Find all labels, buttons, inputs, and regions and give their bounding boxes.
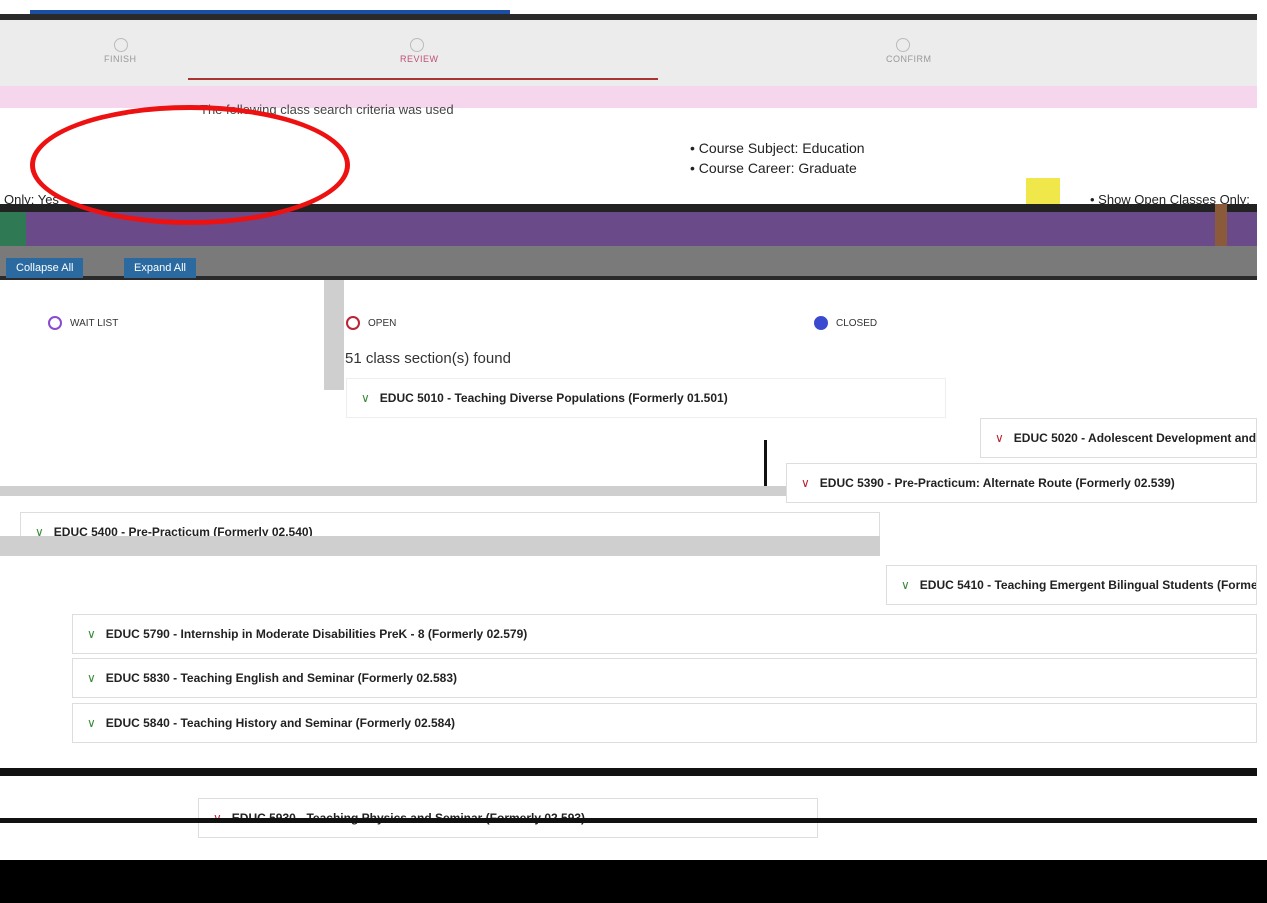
results-count: 51 class section(s) found [345,350,511,367]
step-finish-label: FINISH [104,54,137,64]
course-title: EDUC 5020 - Adolescent Development and B… [1013,431,1256,445]
course-row[interactable]: ∨ EDUC 5840 - Teaching History and Semina… [72,703,1257,743]
step-active-indicator [188,78,658,80]
legend-closed-label: CLOSED [836,317,878,329]
collapse-all-button[interactable]: Collapse All [6,258,84,278]
header-accent-left [0,212,26,246]
top-bar [0,0,1267,16]
course-title: EDUC 5840 - Teaching History and Seminar… [105,716,456,730]
course-row[interactable]: ∨ EDUC 5390 - Pre-Practicum: Alternate Ro… [786,463,1257,503]
step-finish[interactable]: FINISH [104,38,137,64]
glitch-band [0,536,880,556]
open-icon [346,316,360,330]
step-review-label: REVIEW [400,54,439,64]
wait-list-icon [48,316,62,330]
course-row[interactable]: ∨ EDUC 5790 - Internship in Moderate Disa… [72,614,1257,654]
status-legend: WAIT LIST OPEN CLOSED [0,296,1257,350]
progress-steps: FINISH REVIEW CONFIRM [0,14,1257,86]
glitch-band [0,768,1257,776]
course-row[interactable]: ∨ EDUC 5410 - Teaching Emergent Bilingual… [886,565,1257,605]
criteria-item: Course Career: Graduate [690,160,1110,176]
step-confirm-icon [896,38,910,52]
glitch-band [0,818,1257,823]
chevron-down-icon: ∨ [995,431,1004,445]
step-confirm-label: CONFIRM [886,54,932,64]
course-title: EDUC 5390 - Pre-Practicum: Alternate Rou… [819,476,1175,490]
step-review[interactable]: REVIEW [400,38,439,64]
step-confirm[interactable]: CONFIRM [886,38,932,64]
step-finish-icon [114,38,128,52]
legend-closed: CLOSED [814,316,877,330]
legend-wait-list-label: WAIT LIST [70,317,119,329]
glitch-band [764,440,767,486]
legend-open: OPEN [346,316,396,330]
step-review-icon [410,38,424,52]
legend-wait-list: WAIT LIST [48,316,118,330]
chevron-down-icon: ∨ [801,476,810,490]
glitch-band [0,486,786,496]
chevron-down-icon: ∨ [361,391,370,405]
course-row[interactable]: ∨ EDUC 5020 - Adolescent Development and … [980,418,1257,458]
criteria-item: Course Subject: Education [690,140,1110,156]
chevron-down-icon: ∨ [901,578,910,592]
bottom-bar [0,860,1267,903]
legend-open-label: OPEN [368,317,397,329]
course-title: EDUC 5790 - Internship in Moderate Disab… [105,627,528,641]
course-title: EDUC 5830 - Teaching English and Seminar… [105,671,458,685]
chevron-down-icon: ∨ [87,716,96,730]
course-title: EDUC 5010 - Teaching Diverse Populations… [379,391,728,405]
chevron-down-icon: ∨ [87,627,96,641]
glitch-band [324,280,344,390]
course-row[interactable]: ∨ EDUC 5830 - Teaching English and Semina… [72,658,1257,698]
course-title: EDUC 5410 - Teaching Emergent Bilingual … [919,578,1256,592]
course-row[interactable]: ∨ EDUC 5010 - Teaching Diverse Population… [346,378,946,418]
expand-all-button[interactable]: Expand All [124,258,196,278]
chevron-down-icon: ∨ [87,671,96,685]
criteria-list: Course Subject: Education Course Career:… [690,140,1110,180]
highlight-marker [1026,178,1060,204]
closed-icon [814,316,828,330]
annotation-oval [30,105,350,225]
results-toolbar: Collapse All Expand All [0,246,1257,280]
